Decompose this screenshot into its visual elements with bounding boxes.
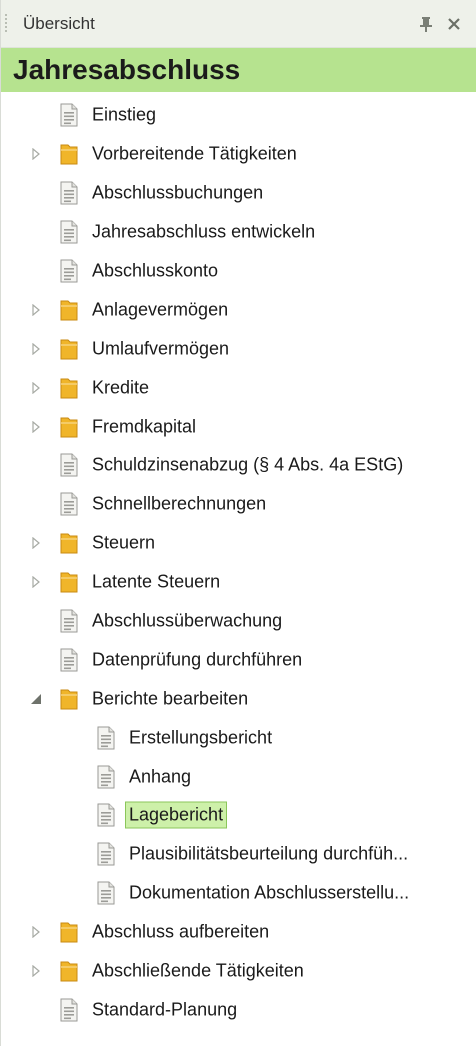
- folder-icon: [58, 531, 80, 555]
- tree-item[interactable]: Lagebericht: [1, 796, 476, 835]
- folder-icon: [58, 298, 80, 322]
- folder-icon: [58, 415, 80, 439]
- tree-item[interactable]: Fremdkapital: [1, 407, 476, 446]
- navigation-tree: Einstieg Vorbereitende Tätigkeiten Abschlu…: [1, 92, 476, 1029]
- section-banner: Jahresabschluss: [1, 48, 476, 92]
- tree-item[interactable]: Berichte bearbeiten: [1, 679, 476, 718]
- tree-item-label: Jahresabschluss entwickeln: [92, 221, 316, 242]
- document-icon: [58, 181, 80, 205]
- document-icon: [58, 609, 80, 633]
- tree-item-label: Schuldzinsenabzug (§ 4 Abs. 4a EStG): [92, 454, 404, 475]
- tree-item[interactable]: Dokumentation Abschlusserstellu...: [1, 874, 476, 913]
- tree-item-label: Fremdkapital: [92, 416, 197, 437]
- tree-item[interactable]: Vorbereitende Tätigkeiten: [1, 135, 476, 174]
- tree-item-label: Lagebericht: [125, 801, 228, 829]
- document-icon: [58, 259, 80, 283]
- drag-grip[interactable]: [5, 14, 7, 34]
- tree-item-label: Umlaufvermögen: [92, 338, 230, 359]
- panel-title: Übersicht: [23, 13, 95, 33]
- tree-item[interactable]: Abschlusskonto: [1, 252, 476, 291]
- tree-item-label: Abschlussbuchungen: [92, 182, 264, 203]
- tree-item-label: Kredite: [92, 377, 150, 398]
- collapsed-arrow-icon[interactable]: [29, 147, 43, 161]
- tree-item-label: Latente Steuern: [92, 571, 221, 592]
- document-icon: [95, 726, 117, 750]
- tree-item[interactable]: Datenprüfung durchführen: [1, 640, 476, 679]
- collapsed-arrow-icon[interactable]: [29, 925, 43, 939]
- tree-item[interactable]: Anlagevermögen: [1, 290, 476, 329]
- collapsed-arrow-icon[interactable]: [29, 420, 43, 434]
- close-icon[interactable]: [440, 10, 468, 38]
- document-icon: [58, 998, 80, 1022]
- panel-header: Übersicht: [1, 0, 476, 48]
- document-icon: [95, 842, 117, 866]
- tree-item[interactable]: Kredite: [1, 368, 476, 407]
- folder-icon: [58, 337, 80, 361]
- tree-item-label: Schnellberechnungen: [92, 493, 267, 514]
- tree-item-label: Datenprüfung durchführen: [92, 649, 303, 670]
- tree-item[interactable]: Anhang: [1, 757, 476, 796]
- tree-item[interactable]: Steuern: [1, 524, 476, 563]
- document-icon: [58, 103, 80, 127]
- tree-item-label: Abschlusskonto: [92, 260, 219, 281]
- document-icon: [58, 492, 80, 516]
- overview-panel: Übersicht Jahresabschluss Einstieg Vorber…: [0, 0, 476, 1046]
- expanded-arrow-icon[interactable]: [29, 692, 43, 706]
- collapsed-arrow-icon[interactable]: [29, 964, 43, 978]
- document-icon: [95, 765, 117, 789]
- tree-item[interactable]: Abschlussüberwachung: [1, 602, 476, 641]
- collapsed-arrow-icon[interactable]: [29, 536, 43, 550]
- tree-item-label: Abschlussüberwachung: [92, 610, 283, 631]
- collapsed-arrow-icon[interactable]: [29, 342, 43, 356]
- document-icon: [95, 803, 117, 827]
- tree-item[interactable]: Schuldzinsenabzug (§ 4 Abs. 4a EStG): [1, 446, 476, 485]
- tree-item[interactable]: Umlaufvermögen: [1, 329, 476, 368]
- tree-item-label: Berichte bearbeiten: [92, 688, 249, 709]
- tree-item[interactable]: Schnellberechnungen: [1, 485, 476, 524]
- tree-item-label: Abschließende Tätigkeiten: [92, 960, 304, 981]
- tree-item-label: Abschluss aufbereiten: [92, 921, 270, 942]
- document-icon: [58, 453, 80, 477]
- tree-item-label: Vorbereitende Tätigkeiten: [92, 143, 297, 164]
- collapsed-arrow-icon[interactable]: [29, 303, 43, 317]
- tree-item[interactable]: Abschließende Tätigkeiten: [1, 952, 476, 991]
- document-icon: [95, 881, 117, 905]
- document-icon: [58, 648, 80, 672]
- section-title: Jahresabschluss: [13, 54, 241, 85]
- tree-item-label: Standard-Planung: [92, 999, 238, 1020]
- folder-icon: [58, 687, 80, 711]
- tree-item-label: Erstellungsbericht: [129, 727, 273, 748]
- tree-item-label: Steuern: [92, 532, 156, 553]
- collapsed-arrow-icon[interactable]: [29, 575, 43, 589]
- collapsed-arrow-icon[interactable]: [29, 381, 43, 395]
- folder-icon: [58, 142, 80, 166]
- tree-item[interactable]: Standard-Planung: [1, 990, 476, 1029]
- tree-item-label: Einstieg: [92, 104, 157, 125]
- document-icon: [58, 220, 80, 244]
- tree-item[interactable]: Jahresabschluss entwickeln: [1, 213, 476, 252]
- tree-item[interactable]: Einstieg: [1, 96, 476, 135]
- tree-item[interactable]: Latente Steuern: [1, 563, 476, 602]
- folder-icon: [58, 959, 80, 983]
- tree-item[interactable]: Abschlussbuchungen: [1, 174, 476, 213]
- folder-icon: [58, 570, 80, 594]
- folder-icon: [58, 376, 80, 400]
- folder-icon: [58, 920, 80, 944]
- tree-item-label: Anhang: [129, 766, 192, 787]
- tree-item-label: Anlagevermögen: [92, 299, 229, 320]
- tree-item[interactable]: Erstellungsbericht: [1, 718, 476, 757]
- tree-item[interactable]: Plausibilitätsbeurteilung durchfüh...: [1, 835, 476, 874]
- pin-icon[interactable]: [412, 10, 440, 38]
- tree-item-label: Plausibilitätsbeurteilung durchfüh...: [129, 843, 409, 864]
- tree-item[interactable]: Abschluss aufbereiten: [1, 913, 476, 952]
- tree-item-label: Dokumentation Abschlusserstellu...: [129, 882, 410, 903]
